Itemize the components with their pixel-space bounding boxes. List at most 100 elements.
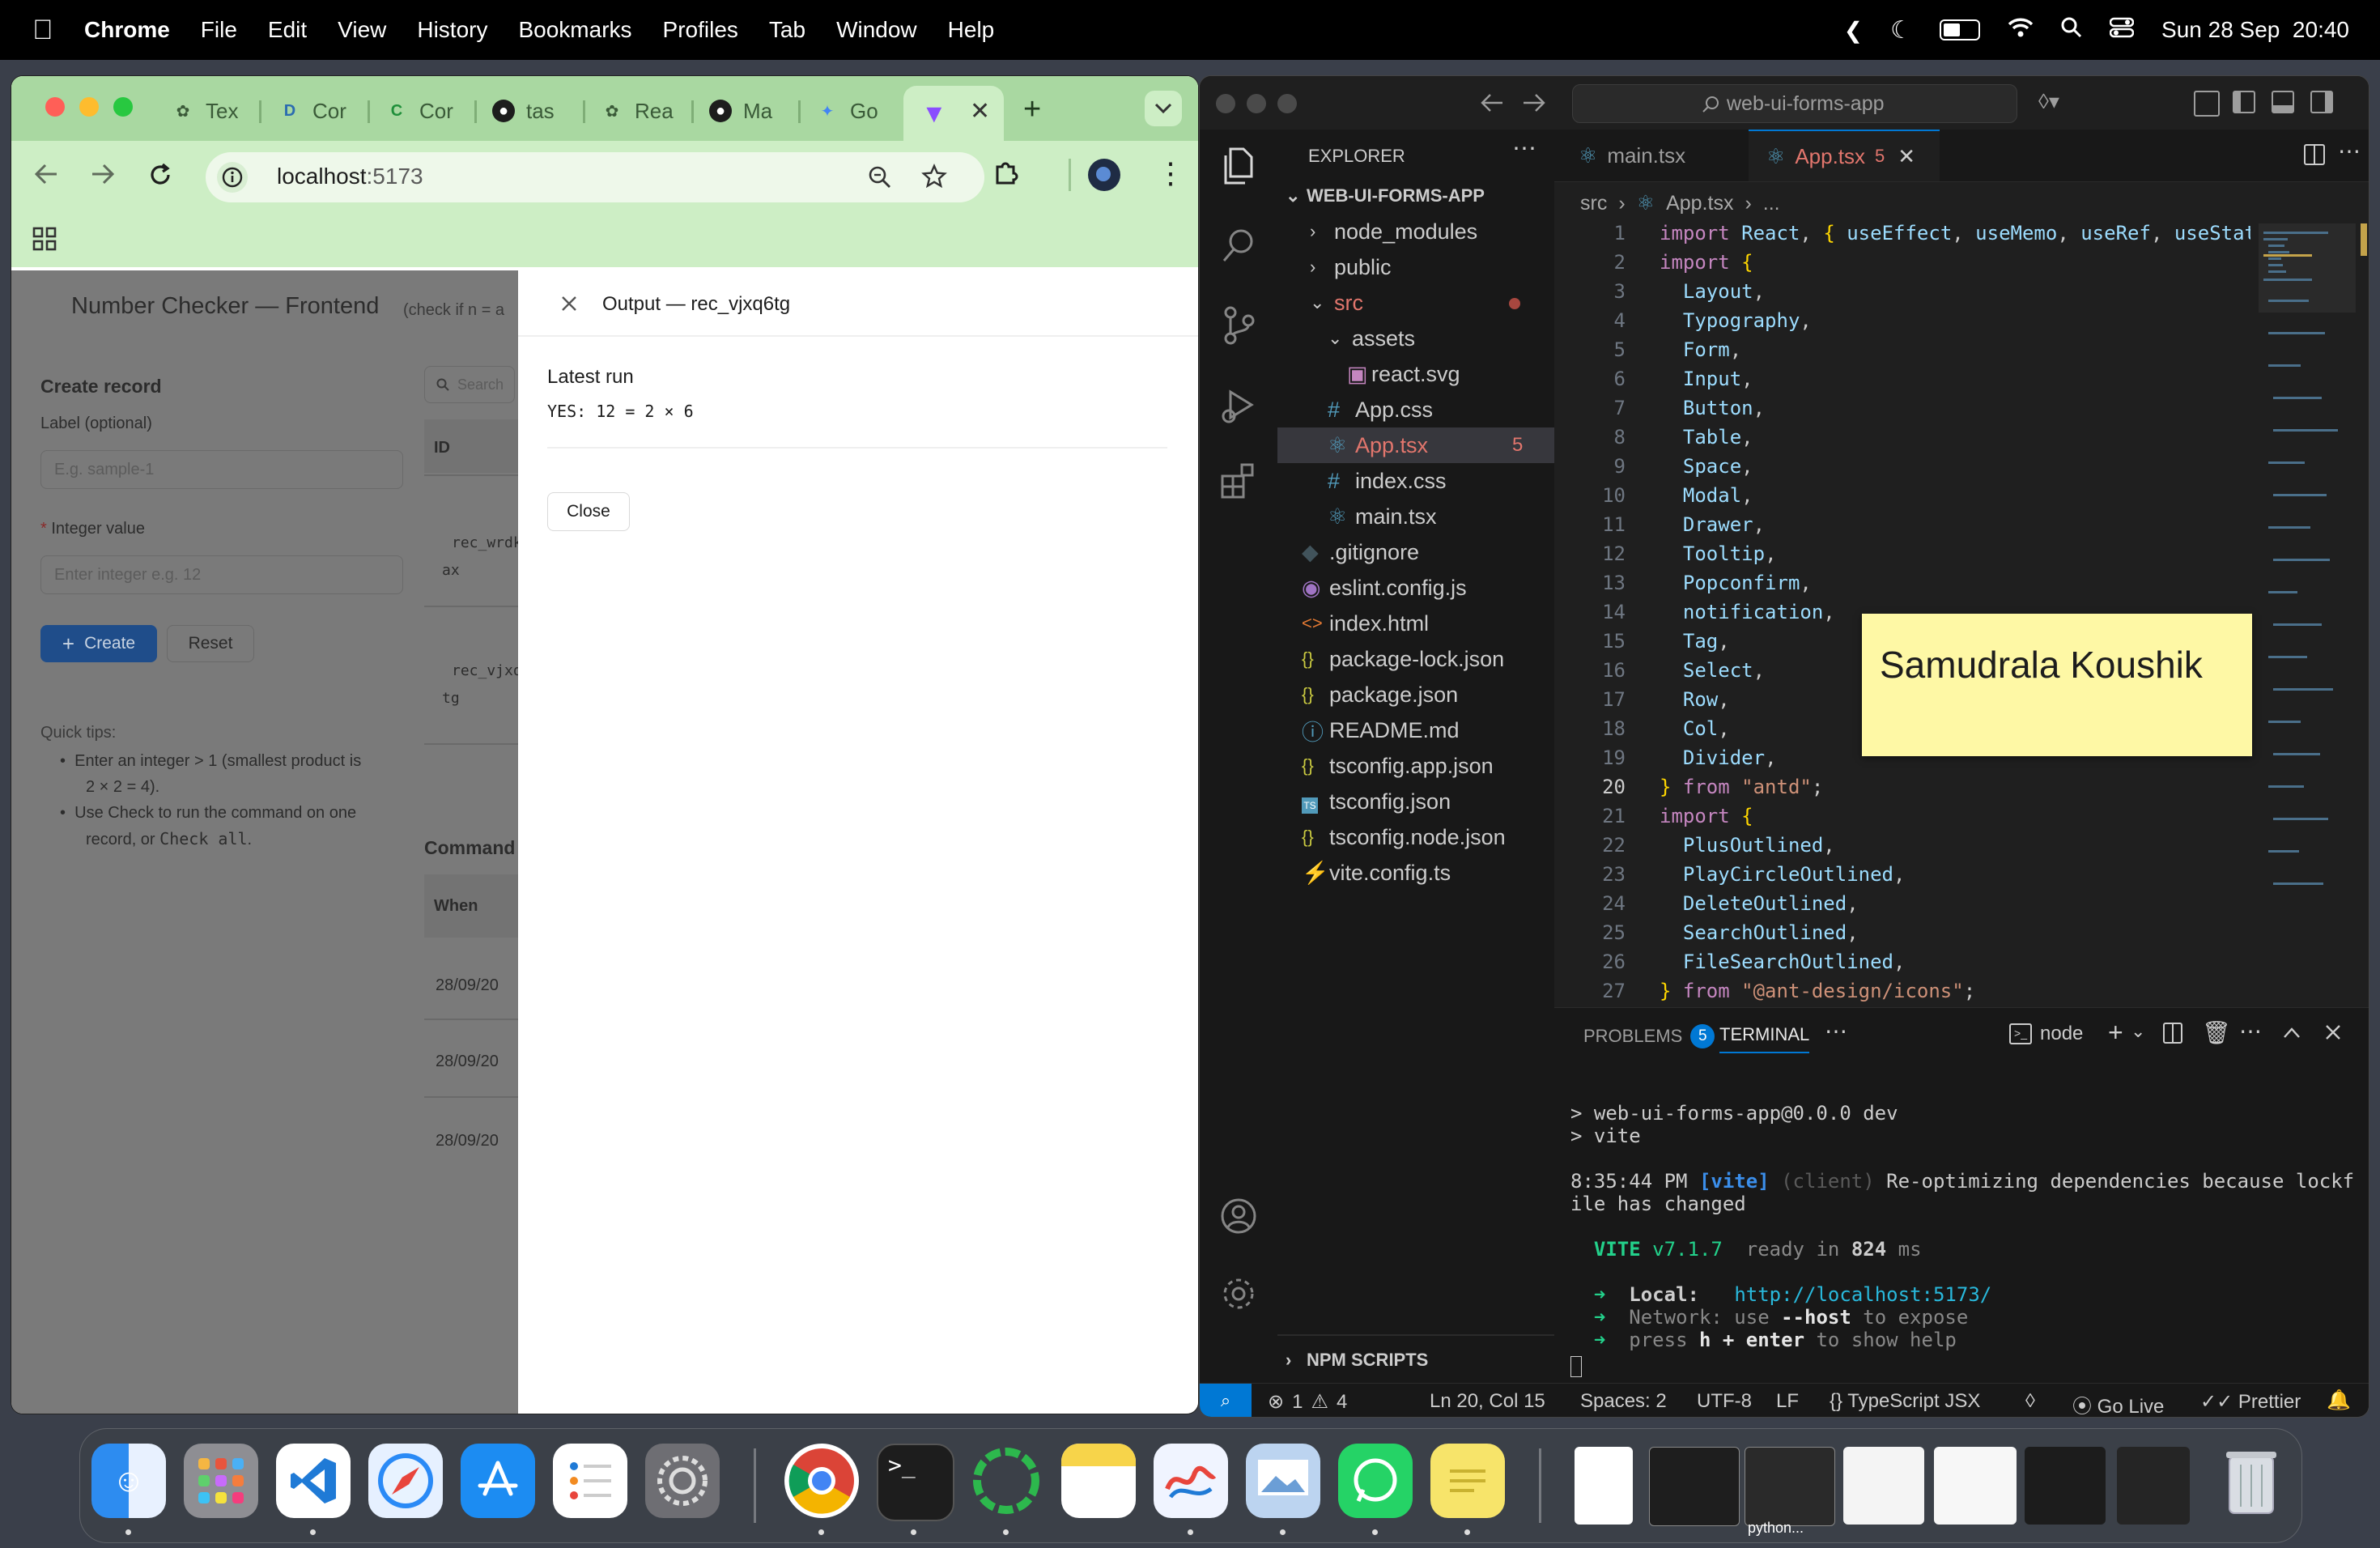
- file-tsconfig[interactable]: TS tsconfig.json: [1302, 784, 1451, 819]
- chrome-menu-icon[interactable]: ⋮: [1156, 159, 1185, 188]
- menubar-clock[interactable]: Sun 28 Sep 20:40: [2161, 17, 2349, 43]
- toggle-panel-icon[interactable]: [2272, 91, 2294, 113]
- close-icon[interactable]: [560, 295, 578, 313]
- file-app-tsx[interactable]: ⚛ App.tsx: [1328, 427, 1428, 463]
- file-gitignore[interactable]: ◆ .gitignore: [1302, 534, 1419, 570]
- breadcrumb-item[interactable]: src: [1580, 192, 1607, 215]
- menu-file[interactable]: File: [201, 17, 237, 43]
- whatsapp-icon[interactable]: [1338, 1444, 1413, 1518]
- menu-tab[interactable]: Tab: [769, 17, 805, 43]
- finder-icon[interactable]: ☺: [91, 1444, 166, 1518]
- go-live-status[interactable]: ⦿ Go Live: [2072, 1390, 2164, 1417]
- folder-src[interactable]: ⌄ src: [1310, 285, 1363, 321]
- menu-app-name[interactable]: Chrome: [84, 17, 170, 43]
- search-input[interactable]: Search: [424, 366, 515, 403]
- freeform-icon[interactable]: [1154, 1444, 1228, 1518]
- minimized-python-thumbnail[interactable]: [1745, 1447, 1835, 1526]
- minimized-browser-thumbnail[interactable]: [1934, 1447, 2017, 1525]
- close-tab-icon[interactable]: ✕: [1898, 144, 1915, 169]
- integer-input[interactable]: Enter integer e.g. 12: [40, 555, 403, 594]
- code-line[interactable]: 5 Form,: [1554, 338, 1742, 368]
- chevron-left-icon[interactable]: ❮: [1844, 17, 1863, 44]
- file-package-json[interactable]: {} package.json: [1302, 677, 1458, 712]
- spotlight-search-icon[interactable]: [2061, 17, 2082, 44]
- stickies-icon[interactable]: [1430, 1444, 1505, 1518]
- file-main-tsx[interactable]: ⚛ main.tsx: [1328, 499, 1437, 534]
- site-info-icon[interactable]: [217, 162, 248, 193]
- moon-icon[interactable]: ☾: [1890, 16, 1912, 45]
- copilot-status-icon[interactable]: ◊: [2025, 1390, 2035, 1413]
- minimized-terminal-thumbnail[interactable]: [1649, 1447, 1740, 1526]
- forward-icon[interactable]: [89, 162, 117, 186]
- tab-problems[interactable]: PROBLEMS 5: [1583, 1024, 1715, 1048]
- trash-icon[interactable]: [2214, 1444, 2289, 1518]
- notes-icon[interactable]: [1061, 1444, 1136, 1518]
- explorer-icon[interactable]: [1219, 146, 1258, 188]
- toggle-secondary-sidebar-icon[interactable]: [2310, 91, 2333, 113]
- split-editor-icon[interactable]: [2304, 144, 2325, 165]
- vscode-icon[interactable]: [276, 1444, 351, 1518]
- code-line[interactable]: 9 Space,: [1554, 455, 1753, 484]
- app-store-icon[interactable]: [461, 1444, 535, 1518]
- close-icon[interactable]: [2325, 1024, 2341, 1040]
- remote-indicator-icon[interactable]: ⌕: [1200, 1384, 1252, 1417]
- more-actions-icon[interactable]: ⋯: [2338, 138, 2361, 164]
- menu-view[interactable]: View: [338, 17, 386, 43]
- reset-button[interactable]: Reset: [167, 625, 254, 662]
- search-icon[interactable]: [1219, 225, 1258, 264]
- code-line[interactable]: 6 Input,: [1554, 368, 1753, 397]
- more-actions-icon[interactable]: ⋯: [1512, 134, 1536, 163]
- chrome-icon[interactable]: [784, 1444, 859, 1518]
- menu-help[interactable]: Help: [948, 17, 995, 43]
- menu-bookmarks[interactable]: Bookmarks: [518, 17, 631, 43]
- accounts-icon[interactable]: [1219, 1197, 1258, 1235]
- code-line[interactable]: 27} from "@ant-design/icons";: [1554, 980, 1975, 1007]
- indentation-status[interactable]: Spaces: 2: [1580, 1390, 1667, 1413]
- code-line[interactable]: 25 SearchOutlined,: [1554, 921, 1859, 950]
- back-icon[interactable]: [1480, 92, 1504, 113]
- label-input[interactable]: E.g. sample-1: [40, 450, 403, 489]
- browser-tab[interactable]: D Cor: [278, 87, 346, 134]
- sticky-note[interactable]: Samudrala Koushik: [1862, 614, 2252, 756]
- gear-icon[interactable]: [1219, 1274, 1258, 1313]
- project-root[interactable]: ⌄ WEB-UI-FORMS-APP: [1286, 178, 1485, 214]
- folder-public[interactable]: › public: [1310, 249, 1392, 285]
- maximize-panel-icon[interactable]: [2283, 1026, 2301, 1039]
- minimized-document-thumbnail[interactable]: [1575, 1447, 1633, 1525]
- browser-tab[interactable]: ✦ Go: [816, 87, 878, 134]
- terminal-profile[interactable]: >_ node: [2009, 1023, 2083, 1045]
- close-window-button[interactable]: [1216, 94, 1235, 113]
- cursor-position[interactable]: Ln 20, Col 15: [1430, 1390, 1545, 1413]
- toggle-sidebar-icon[interactable]: [2194, 91, 2220, 117]
- minimized-browser-thumbnail[interactable]: [1843, 1447, 1924, 1525]
- browser-tab[interactable]: ● Ma: [709, 87, 772, 134]
- close-button[interactable]: Close: [547, 492, 630, 531]
- code-line[interactable]: 16 Select,: [1554, 659, 1765, 688]
- url-text[interactable]: localhost:5173: [277, 164, 423, 189]
- code-line[interactable]: 4 Typography,: [1554, 309, 1812, 338]
- tab-app-tsx[interactable]: ⚛ App.tsx 5 ✕: [1749, 130, 1940, 181]
- menu-window[interactable]: Window: [836, 17, 917, 43]
- code-line[interactable]: 14 notification,: [1554, 601, 1835, 630]
- back-icon[interactable]: [32, 162, 60, 186]
- code-line[interactable]: 23 PlayCircleOutlined,: [1554, 863, 1905, 892]
- breadcrumb-item[interactable]: App.tsx: [1666, 192, 1733, 215]
- minimize-window-button[interactable]: [79, 97, 99, 117]
- minimized-window-thumbnail[interactable]: [2025, 1447, 2106, 1525]
- profile-avatar[interactable]: [1088, 159, 1120, 191]
- code-line[interactable]: 18 Col,: [1554, 717, 1730, 746]
- terminal-app-icon[interactable]: >_: [877, 1444, 954, 1521]
- browser-tab[interactable]: ● tas: [492, 87, 555, 134]
- problems-status[interactable]: ⊗ 1 ⚠ 4: [1268, 1390, 1347, 1414]
- prettier-status[interactable]: ✓✓ Prettier: [2200, 1390, 2301, 1414]
- code-line[interactable]: 26 FileSearchOutlined,: [1554, 950, 1905, 980]
- more-actions-icon[interactable]: ⋯: [1825, 1018, 1847, 1044]
- code-line[interactable]: 11 Drawer,: [1554, 513, 1765, 542]
- bookmark-star-icon[interactable]: [921, 164, 947, 189]
- code-line[interactable]: 13 Popconfirm,: [1554, 572, 1812, 601]
- code-line[interactable]: 3 Layout,: [1554, 280, 1766, 309]
- browser-tab[interactable]: C Cor: [385, 87, 453, 134]
- code-line[interactable]: 15 Tag,: [1554, 630, 1730, 659]
- code-line[interactable]: 19 Divider,: [1554, 746, 1776, 776]
- browser-tab[interactable]: ✿ Tex: [172, 87, 239, 134]
